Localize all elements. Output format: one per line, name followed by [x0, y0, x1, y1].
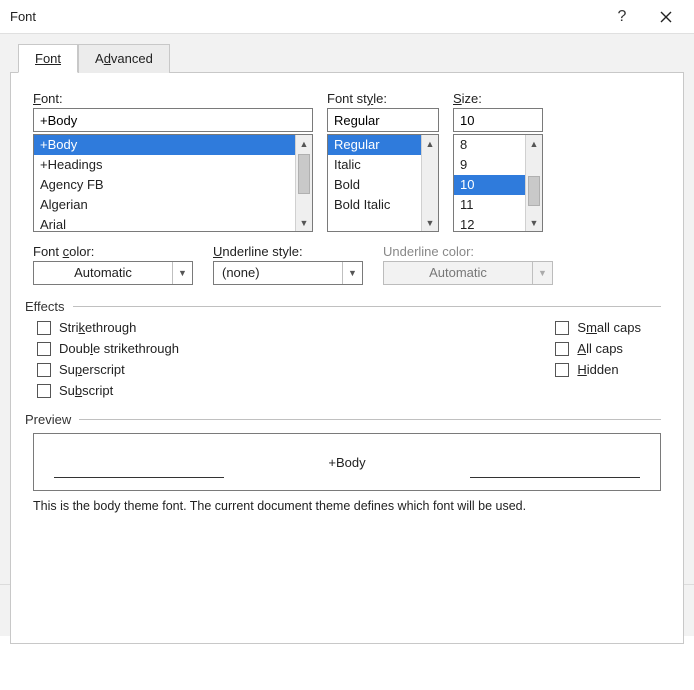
scroll-up-icon[interactable]: ▲	[526, 135, 542, 152]
dialog-body: Font Advanced Font: +Body +Headings Agen…	[0, 34, 694, 636]
preview-box: +Body	[33, 433, 661, 491]
font-size-column: Size: 8 9 10 11 12 ▲ ▼	[453, 91, 543, 232]
font-style-label: Font style:	[327, 91, 439, 106]
preview-group-header: Preview	[25, 412, 661, 427]
checkbox-strikethrough[interactable]: Strikethrough	[37, 320, 179, 335]
effects-group-header: Effects	[25, 299, 661, 314]
font-size-listbox[interactable]: 8 9 10 11 12 ▲ ▼	[453, 134, 543, 232]
size-list-item[interactable]: 9	[454, 155, 525, 175]
effects-grid: Strikethrough Double strikethrough Super…	[33, 320, 661, 398]
size-list-item[interactable]: 12	[454, 215, 525, 232]
tab-strip: Font Advanced	[4, 44, 690, 73]
checkbox-subscript[interactable]: Subscript	[37, 383, 179, 398]
font-list-item[interactable]: Arial	[34, 215, 295, 232]
tab-font[interactable]: Font	[18, 44, 78, 73]
font-color-combo[interactable]: Automatic ▼	[33, 261, 193, 285]
scroll-up-icon[interactable]: ▲	[296, 135, 312, 152]
scroll-up-icon[interactable]: ▲	[422, 135, 438, 152]
style-list-scrollbar[interactable]: ▲ ▼	[421, 135, 438, 231]
font-color-label: Font color:	[33, 244, 193, 259]
help-button[interactable]: ?	[600, 2, 644, 32]
checkbox-hidden[interactable]: Hidden	[555, 362, 641, 377]
size-list-item[interactable]: 8	[454, 135, 525, 155]
title-bar: Font ?	[0, 0, 694, 34]
row-font-style-size: Font: +Body +Headings Agency FB Algerian…	[33, 91, 661, 232]
checkbox-superscript[interactable]: Superscript	[37, 362, 179, 377]
font-style-column: Font style: Regular Italic Bold Bold Ita…	[327, 91, 439, 232]
size-list-scrollbar[interactable]: ▲ ▼	[525, 135, 542, 231]
font-style-listbox[interactable]: Regular Italic Bold Bold Italic ▲ ▼	[327, 134, 439, 232]
scroll-down-icon[interactable]: ▼	[422, 214, 438, 231]
style-list-item[interactable]: Bold	[328, 175, 421, 195]
close-icon	[660, 11, 672, 23]
font-list-scrollbar[interactable]: ▲ ▼	[295, 135, 312, 231]
font-list-item[interactable]: Algerian	[34, 195, 295, 215]
checkbox-all-caps[interactable]: All caps	[555, 341, 641, 356]
chevron-down-icon[interactable]: ▼	[342, 262, 362, 284]
scroll-down-icon[interactable]: ▼	[526, 214, 542, 231]
scroll-thumb[interactable]	[298, 154, 310, 194]
font-list-item[interactable]: Agency FB	[34, 175, 295, 195]
checkbox-small-caps[interactable]: Small caps	[555, 320, 641, 335]
font-input[interactable]	[33, 108, 313, 132]
underline-style-value: (none)	[214, 262, 342, 284]
font-size-label: Size:	[453, 91, 543, 106]
tab-panel-font: Font: +Body +Headings Agency FB Algerian…	[10, 72, 684, 644]
close-button[interactable]	[644, 2, 688, 32]
preview-group-label: Preview	[25, 412, 79, 427]
font-style-input[interactable]	[327, 108, 439, 132]
window-title: Font	[10, 9, 600, 24]
size-list-item[interactable]: 10	[454, 175, 525, 195]
preview-description: This is the body theme font. The current…	[33, 499, 661, 513]
chevron-down-icon[interactable]: ▼	[172, 262, 192, 284]
underline-color-label: Underline color:	[383, 244, 553, 259]
font-label: Font:	[33, 91, 313, 106]
scroll-down-icon[interactable]: ▼	[296, 214, 312, 231]
font-size-input[interactable]	[453, 108, 543, 132]
checkbox-double-strikethrough[interactable]: Double strikethrough	[37, 341, 179, 356]
size-list-item[interactable]: 11	[454, 195, 525, 215]
style-list-item[interactable]: Bold Italic	[328, 195, 421, 215]
chevron-down-icon: ▼	[532, 262, 552, 284]
font-list-item[interactable]: +Headings	[34, 155, 295, 175]
style-list-item[interactable]: Regular	[328, 135, 421, 155]
row-color-underline: Font color: Automatic ▼ Underline style:…	[33, 244, 661, 285]
font-list-item[interactable]: +Body	[34, 135, 295, 155]
underline-color-combo: Automatic ▼	[383, 261, 553, 285]
style-list-item[interactable]: Italic	[328, 155, 421, 175]
tab-advanced[interactable]: Advanced	[78, 44, 170, 73]
underline-style-label: Underline style:	[213, 244, 363, 259]
underline-style-combo[interactable]: (none) ▼	[213, 261, 363, 285]
scroll-thumb[interactable]	[528, 176, 540, 206]
font-listbox[interactable]: +Body +Headings Agency FB Algerian Arial…	[33, 134, 313, 232]
preview-text: +Body	[328, 455, 365, 470]
font-color-value: Automatic	[34, 262, 172, 284]
effects-group-label: Effects	[25, 299, 73, 314]
underline-color-value: Automatic	[384, 262, 532, 284]
font-column: Font: +Body +Headings Agency FB Algerian…	[33, 91, 313, 232]
